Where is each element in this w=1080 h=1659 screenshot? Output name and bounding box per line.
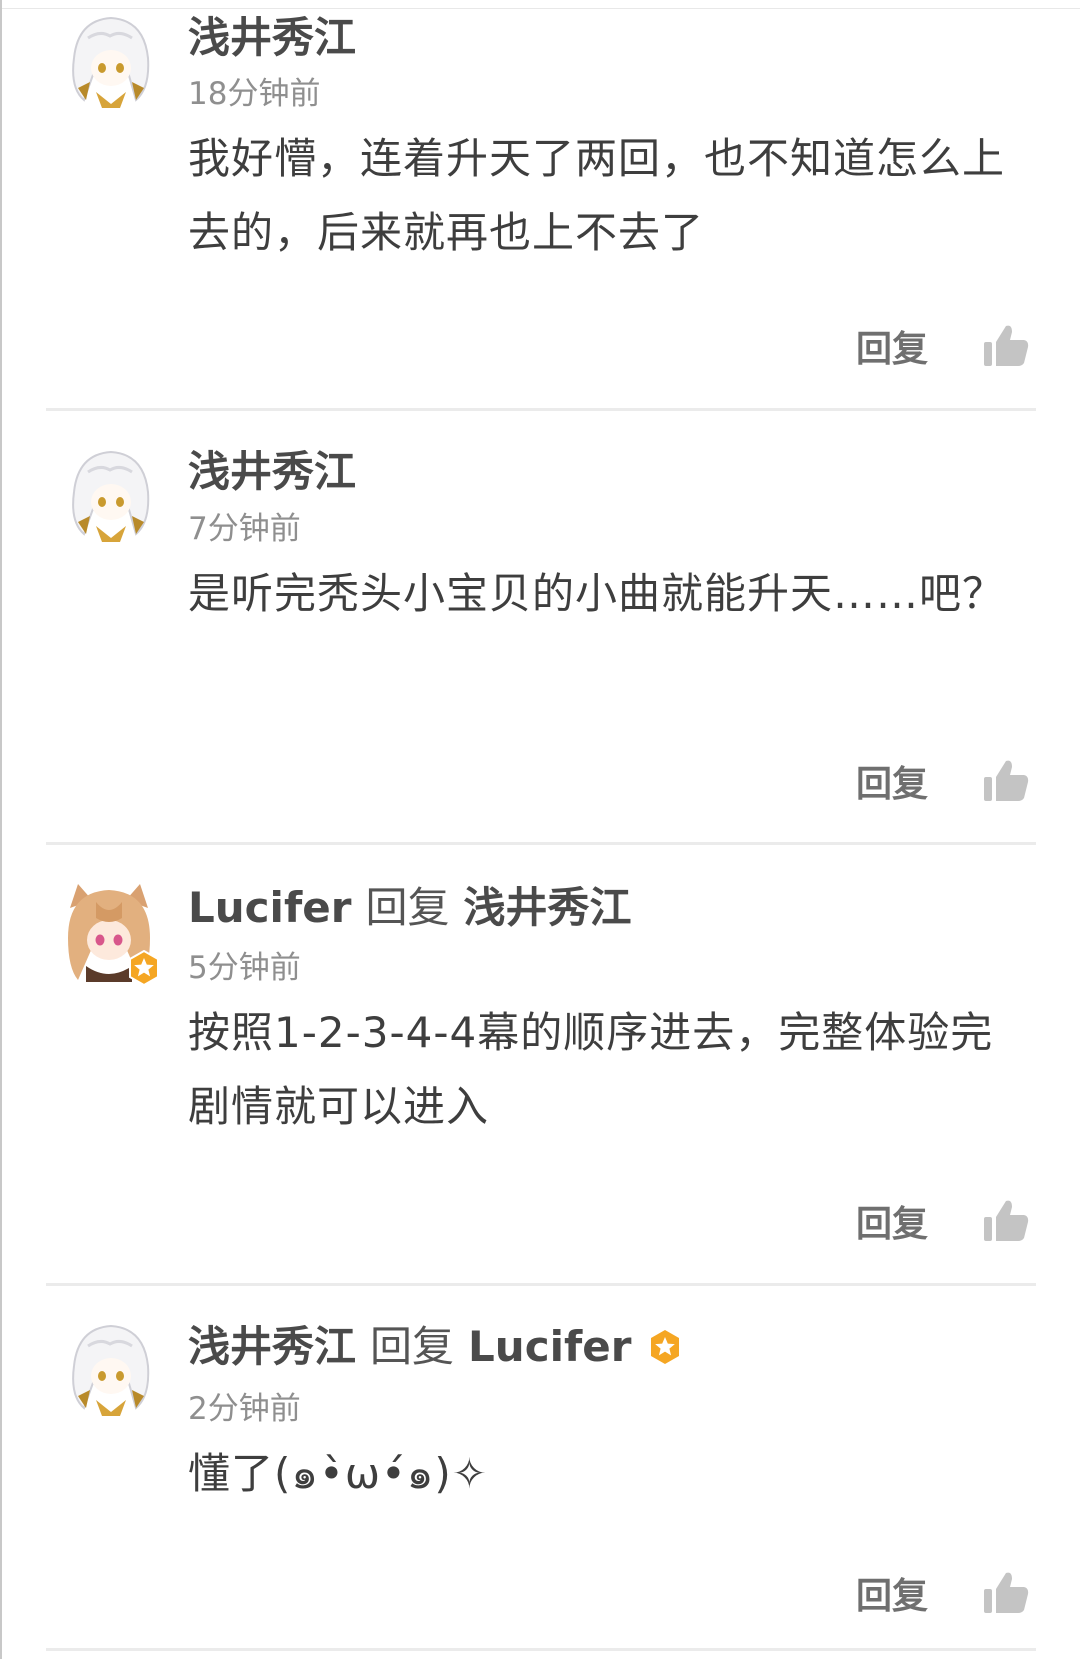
- comment-text: 我好懵，连着升天了两回，也不知道怎么上去的，后来就再也上不去了: [188, 134, 1006, 257]
- reply-connector: 回复: [370, 1322, 455, 1371]
- username[interactable]: 浅井秀江: [188, 10, 356, 66]
- white-haired-anime-girl-avatar: [57, 9, 161, 113]
- timestamp: 7分钟前: [188, 511, 301, 547]
- thumbs-up-icon: [984, 760, 1029, 801]
- timestamp: 18分钟前: [188, 76, 321, 112]
- comment-actions: 回复: [856, 1565, 1030, 1621]
- comment-actions: 回复: [856, 318, 1030, 374]
- comment-header: 浅井秀江: [188, 444, 356, 500]
- username[interactable]: 浅井秀江: [188, 444, 356, 500]
- comment-actions: 回复: [856, 753, 1030, 809]
- like-button[interactable]: [982, 757, 1030, 805]
- reply-button[interactable]: 回复: [856, 1567, 928, 1619]
- thumbs-up-icon: [984, 1572, 1029, 1613]
- comment-header: Lucifer 回复 浅井秀江: [188, 880, 631, 936]
- comment-divider: [46, 1283, 1036, 1286]
- avatar[interactable]: [56, 442, 162, 548]
- comment-actions: 回复: [856, 1193, 1030, 1249]
- thumbs-up-icon: [984, 325, 1029, 366]
- comment-header: 浅井秀江: [188, 10, 356, 66]
- white-haired-anime-girl-avatar: [57, 1317, 161, 1421]
- timestamp: 2分钟前: [188, 1391, 301, 1427]
- username[interactable]: 浅井秀江: [188, 1319, 356, 1375]
- reply-to-username[interactable]: Lucifer: [468, 1319, 631, 1375]
- star-badge-icon: [126, 950, 162, 986]
- comment-divider: [46, 842, 1036, 845]
- username[interactable]: Lucifer: [188, 880, 351, 936]
- avatar[interactable]: [56, 8, 162, 114]
- like-button[interactable]: [982, 1197, 1030, 1245]
- thumbs-up-icon: [984, 1200, 1029, 1241]
- like-button[interactable]: [982, 322, 1030, 370]
- comment-text: 懂了(๑•̀ω•́๑)✧: [188, 1449, 489, 1498]
- comment-header: 浅井秀江 回复 Lucifer: [188, 1319, 683, 1375]
- white-haired-anime-girl-avatar: [57, 443, 161, 547]
- comment-text: 是听完秃头小宝贝的小曲就能升天……吧？: [188, 569, 1006, 618]
- avatar[interactable]: [56, 878, 162, 986]
- timestamp: 5分钟前: [188, 950, 301, 986]
- reply-button[interactable]: 回复: [856, 1195, 928, 1247]
- reply-connector: 回复: [365, 883, 450, 932]
- comment-divider: [46, 408, 1036, 411]
- like-button[interactable]: [982, 1569, 1030, 1617]
- avatar[interactable]: [56, 1316, 162, 1422]
- top-divider: [2, 8, 1080, 9]
- reply-to-username[interactable]: 浅井秀江: [463, 880, 631, 936]
- comment-divider: [46, 1648, 1036, 1651]
- reply-button[interactable]: 回复: [856, 320, 928, 372]
- star-badge-icon: [647, 1329, 683, 1365]
- comment-text: 按照1-2-3-4-4幕的顺序进去，完整体验完剧情就可以进入: [188, 1008, 994, 1131]
- reply-button[interactable]: 回复: [856, 755, 928, 807]
